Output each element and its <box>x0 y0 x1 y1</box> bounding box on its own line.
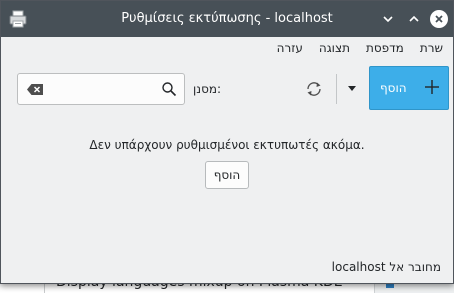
plus-icon <box>425 80 439 94</box>
filter-label: מסנן: <box>193 82 222 96</box>
add-printer-center-button[interactable]: הוסף <box>205 161 249 189</box>
close-button[interactable] <box>430 10 448 28</box>
toolbar: הוסף מסנן: <box>1 59 453 119</box>
clear-text-icon[interactable] <box>26 83 44 96</box>
connection-status: מחובר אל localhost <box>331 260 441 274</box>
close-icon <box>435 15 443 23</box>
search-input[interactable] <box>48 80 158 98</box>
menu-help[interactable]: עזרה <box>277 41 303 55</box>
menu-server[interactable]: שרת <box>420 41 443 55</box>
search-box[interactable] <box>17 73 185 105</box>
maximize-button[interactable] <box>405 10 423 28</box>
add-printer-button[interactable]: הוסף <box>369 66 449 110</box>
menu-view[interactable]: תצוגה <box>319 41 350 55</box>
chevron-down-icon <box>383 16 393 23</box>
menu-bar: שרת מדפסת תצוגה עזרה <box>1 37 453 59</box>
chevron-up-icon <box>409 15 419 22</box>
dropdown-arrow-icon[interactable] <box>346 84 358 94</box>
minimize-button[interactable] <box>379 10 397 28</box>
refresh-icon[interactable] <box>303 78 325 100</box>
search-icon <box>162 82 177 97</box>
title-bar[interactable]: Ρυθμίσεις εκτύπωσης - localhost <box>1 1 453 37</box>
print-settings-window: Ρυθμίσεις εκτύπωσης - localhost שרת מדפס… <box>0 0 454 284</box>
toolbar-divider <box>336 74 337 104</box>
menu-printer[interactable]: מדפסת <box>366 41 404 55</box>
empty-printers-message: Δεν υπάρχουν ρυθμισμένοι εκτυπωτές ακόμα… <box>89 138 365 152</box>
add-printer-label: הוסף <box>380 81 407 95</box>
